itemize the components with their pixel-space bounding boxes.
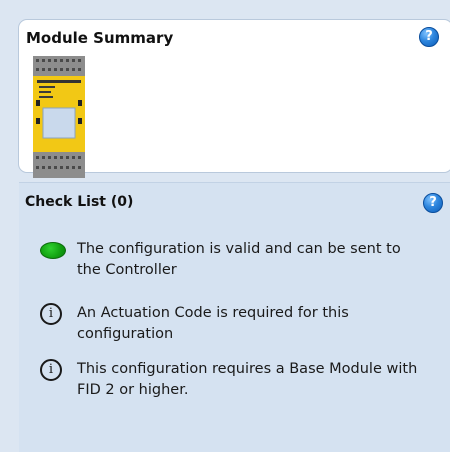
- check-list-title: Check List (0): [25, 194, 134, 210]
- info-icon: i: [40, 359, 62, 381]
- help-question-icon[interactable]: ?: [419, 27, 439, 47]
- check-list-item-text: This configuration requires a Base Modul…: [77, 361, 418, 398]
- green-status-icon: [40, 242, 66, 259]
- check-list-panel: Check List (0) ? The configuration is va…: [19, 182, 450, 452]
- safety-controller-module-image: [33, 56, 85, 178]
- module-summary-panel: Module Summary ?: [18, 19, 450, 178]
- info-icon: i: [40, 303, 62, 325]
- module-summary-title: Module Summary: [26, 29, 174, 47]
- check-list-item-text: The configuration is valid and can be se…: [77, 241, 401, 278]
- check-list-item-text: An Actuation Code is required for this c…: [77, 305, 349, 342]
- help-question-icon[interactable]: ?: [423, 193, 443, 213]
